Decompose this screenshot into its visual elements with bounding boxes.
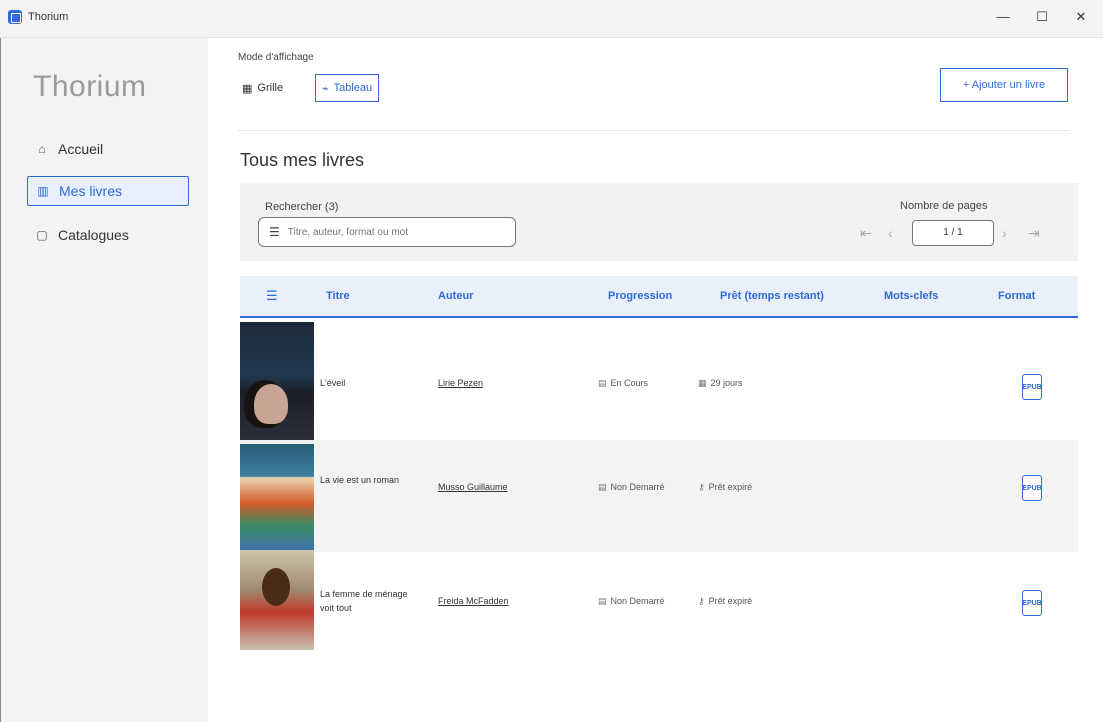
format-badge[interactable]: EPUB: [1022, 590, 1042, 616]
window-titlebar: Thorium — ☐ ✕: [0, 0, 1103, 38]
table-row[interactable]: La femme de ménage voit tout Freida McFa…: [240, 550, 1078, 664]
sidebar-item-catalogs[interactable]: ▢ Catalogues: [27, 220, 189, 250]
books-icon: ▥: [37, 184, 49, 198]
first-page-icon[interactable]: ⇤: [860, 225, 872, 242]
sidebar-item-my-books[interactable]: ▥ Mes livres: [27, 176, 189, 206]
table-row[interactable]: L'éveil Lirie Pezen ▤ En Cours ▦ 29 jours …: [240, 322, 1078, 440]
book-cover[interactable]: [240, 550, 314, 650]
book-author-link[interactable]: Musso Guillaume: [438, 480, 508, 494]
loan-text: 29 jours: [710, 378, 743, 388]
divider: [238, 130, 1070, 131]
progress-icon: ▤: [598, 596, 607, 606]
format-badge[interactable]: EPUB: [1022, 374, 1042, 400]
book-progress: ▤ Non Demarré: [598, 480, 665, 494]
column-filter-icon[interactable]: ☰: [266, 288, 278, 304]
table-view-button[interactable]: ⌁ Tableau: [315, 74, 380, 102]
loan-text: Prêt expiré: [708, 596, 753, 606]
pages-label: Nombre de pages: [900, 200, 988, 212]
page-title: Tous mes livres: [240, 150, 365, 170]
book-loan: ▦ 29 jours: [698, 376, 743, 390]
book-loan: ⚷ Prêt expiré: [698, 480, 752, 494]
maximize-button[interactable]: ☐: [1027, 6, 1057, 28]
app-brand: Thorium: [33, 70, 147, 103]
app-logo-icon: [8, 10, 22, 24]
column-header-title[interactable]: Titre: [326, 290, 350, 302]
column-header-format[interactable]: Format: [998, 290, 1035, 302]
sidebar: Thorium ⌂ Accueil ▥ Mes livres ▢ Catalog…: [0, 38, 208, 722]
last-page-icon[interactable]: ⇥: [1028, 225, 1040, 242]
book-title[interactable]: La femme de ménage voit tout: [320, 587, 410, 615]
progress-icon: ▤: [598, 378, 607, 388]
previous-page-icon[interactable]: ‹: [888, 225, 893, 241]
window-title: Thorium: [28, 11, 69, 23]
page-number-input[interactable]: 1 / 1: [912, 220, 994, 246]
books-table: ☰ Titre Auteur Progression Prêt (temps r…: [240, 276, 1078, 664]
sidebar-item-label: Mes livres: [59, 183, 123, 199]
book-author-link[interactable]: Lirie Pezen: [438, 376, 483, 390]
book-loan: ⚷ Prêt expiré: [698, 594, 752, 608]
search-input[interactable]: [287, 226, 488, 238]
book-cover[interactable]: [240, 322, 314, 440]
progress-text: Non Demarré: [610, 596, 665, 606]
column-header-progress[interactable]: Progression: [608, 290, 672, 302]
grid-view-button[interactable]: ▦ Grille: [238, 74, 287, 102]
book-title[interactable]: L'éveil: [320, 376, 410, 390]
filter-search-icon: ☰: [269, 225, 280, 239]
table-row[interactable]: La vie est un roman Musso Guillaume ▤ Non…: [240, 440, 1078, 552]
next-page-icon[interactable]: ›: [1002, 225, 1007, 241]
progress-icon: ▤: [598, 482, 607, 492]
progress-text: En Cours: [610, 378, 649, 388]
column-header-keywords[interactable]: Mots-clefs: [884, 290, 938, 302]
sidebar-item-label: Accueil: [58, 141, 104, 157]
view-mode-label: Mode d'affichage: [238, 52, 314, 63]
progress-text: Non Demarré: [610, 482, 665, 492]
book-author-link[interactable]: Freida McFadden: [438, 594, 509, 608]
loan-text: Prêt expiré: [708, 482, 753, 492]
format-badge[interactable]: EPUB: [1022, 475, 1042, 501]
key-icon: ⚷: [698, 482, 705, 492]
book-cover[interactable]: [240, 444, 314, 552]
calendar-icon: ▦: [698, 378, 707, 388]
search-field[interactable]: ☰: [258, 217, 516, 247]
search-panel: Rechercher (3) ☰ Nombre de pages ⇤ ‹ 1 /…: [240, 183, 1078, 261]
table-view-label: Tableau: [333, 82, 373, 94]
column-header-loan[interactable]: Prêt (temps restant): [720, 290, 824, 302]
table-icon: ⌁: [322, 82, 329, 95]
sidebar-item-home[interactable]: ⌂ Accueil: [27, 134, 189, 164]
sidebar-item-label: Catalogues: [58, 227, 129, 243]
book-progress: ▤ En Cours: [598, 376, 648, 390]
minimize-button[interactable]: —: [988, 6, 1018, 28]
grid-icon: ▦: [242, 82, 253, 95]
table-header: ☰ Titre Auteur Progression Prêt (temps r…: [240, 276, 1078, 318]
book-title[interactable]: La vie est un roman: [320, 473, 410, 487]
grid-view-label: Grille: [257, 82, 284, 94]
close-button[interactable]: ✕: [1066, 6, 1096, 28]
main-content: Mode d'affichage ▦ Grille ⌁ Tableau + Aj…: [208, 38, 1103, 722]
search-label: Rechercher (3): [265, 201, 339, 213]
column-header-author[interactable]: Auteur: [438, 290, 473, 302]
catalog-icon: ▢: [36, 228, 48, 242]
book-progress: ▤ Non Demarré: [598, 594, 665, 608]
home-icon: ⌂: [38, 142, 46, 156]
key-icon: ⚷: [698, 596, 705, 606]
add-book-button[interactable]: + Ajouter un livre: [940, 68, 1068, 102]
